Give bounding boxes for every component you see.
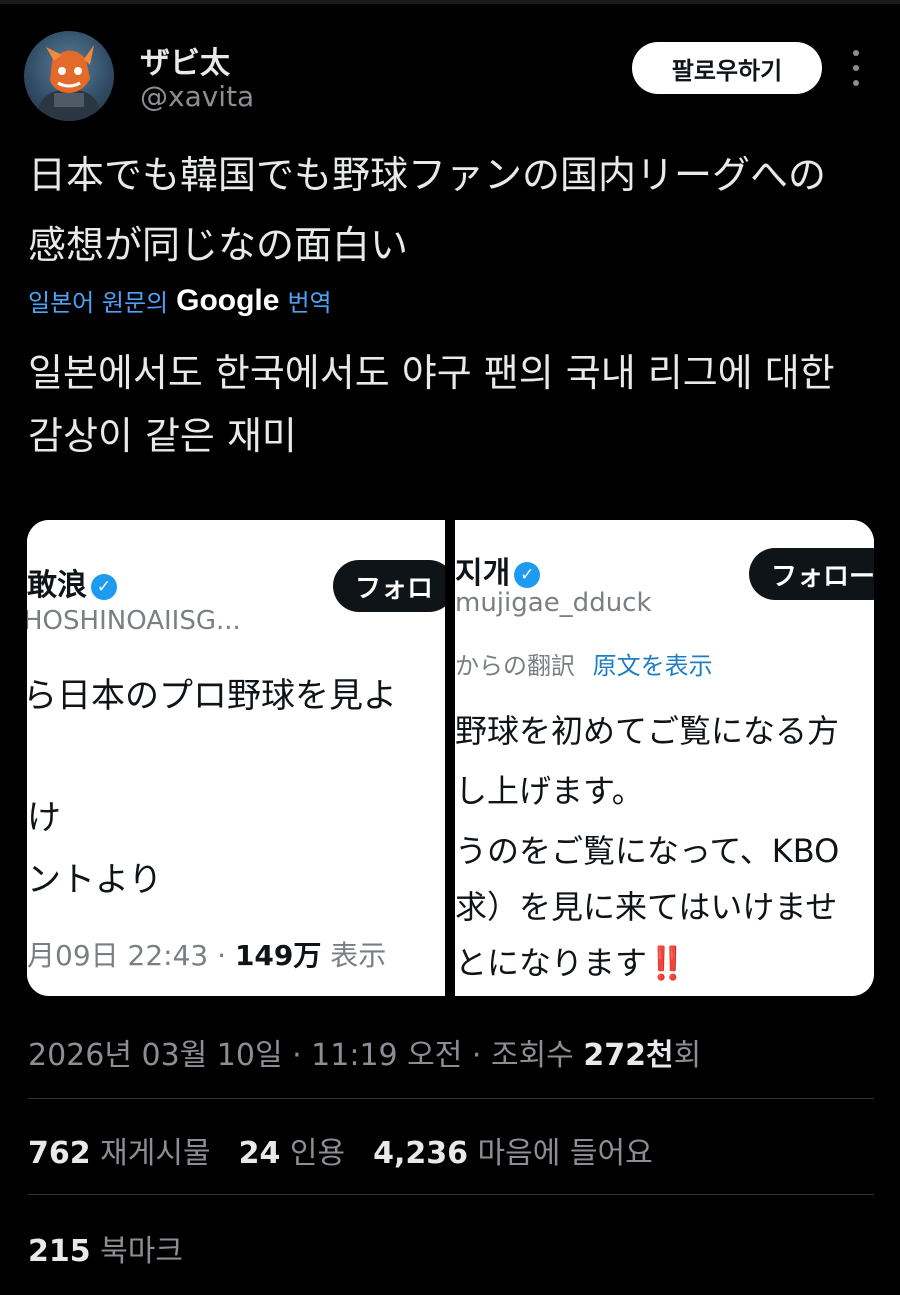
verified-icon: ✓ [91, 573, 117, 600]
quotes-stat[interactable]: 24 인용 [239, 1128, 346, 1172]
embedded-text-line: とになります‼️ [455, 944, 687, 982]
avatar[interactable] [24, 31, 114, 121]
quotes-label: 인용 [289, 1136, 346, 1171]
translation-label[interactable]: 일본어 원문의 Google 번역 [28, 283, 332, 318]
embedded-translate-from: からの翻訳 [455, 652, 575, 680]
display-name[interactable]: ザビ太 [140, 38, 230, 82]
avatar-image [39, 45, 99, 121]
embedded-follow-button: フォロ [333, 560, 445, 612]
embedded-views-count: 149万 [234, 939, 322, 972]
embedded-date: 月09日 22:43 · [27, 939, 227, 972]
quotes-count: 24 [238, 1136, 281, 1171]
reposts-label: 재게시물 [100, 1136, 211, 1171]
reposts-stat[interactable]: 762 재게시물 [28, 1128, 211, 1172]
embedded-text-line: し上げます。 [455, 772, 644, 810]
tweet-text-line: 日本でも韓国でも野球ファンの国内リーグへの [28, 153, 827, 197]
tweet-meta: 2026년 03월 10일 · 11:19 오전 · 조회수 272천회 [28, 1030, 701, 1074]
likes-stat[interactable]: 4,236 마음에 들어요 [373, 1128, 653, 1172]
embedded-name: 敢浪 ✓ [27, 560, 117, 604]
more-options-icon[interactable] [846, 50, 866, 86]
bookmarks-label: 북마크 [100, 1234, 183, 1269]
translation-prefix: 일본어 원문의 [28, 289, 169, 317]
embedded-text-line: うのをご覧になって、KBO [455, 832, 840, 870]
translated-text: 일본에서도 한국에서도 야구 팬의 국내 리그에 대한 감상이 같은 재미 [28, 342, 878, 468]
embedded-text-line: 求）を見に来てはいけませ [455, 888, 838, 926]
engagement-stats: 762 재게시물 24 인용 4,236 마음에 들어요 [28, 1128, 653, 1172]
embedded-name: 지개 ✓ [455, 548, 541, 592]
embedded-text-line: ントより [27, 860, 163, 900]
embedded-text-line: け [27, 798, 61, 838]
divider [28, 1098, 874, 1099]
media-divider [445, 520, 455, 996]
top-divider [0, 0, 900, 4]
embedded-handle: mujigae_dduck [455, 588, 652, 618]
user-handle[interactable]: @xavita [140, 80, 254, 113]
media-attachment[interactable]: 敢浪 ✓ HOSHINOAIISG... フォロ ら日本のプロ野球を見よ け ント… [27, 520, 874, 996]
embedded-timestamp: 月09日 22:43 · 149万 表示 [27, 934, 386, 974]
verified-icon: ✓ [514, 561, 541, 588]
embedded-translate-row: からの翻訳 原文を表示 [455, 646, 713, 681]
embedded-name-text: 敢浪 [27, 568, 87, 603]
translated-text-line: 감상이 같은 재미 [28, 414, 297, 458]
media-image-left[interactable]: 敢浪 ✓ HOSHINOAIISG... フォロ ら日本のプロ野球を見よ け ント… [27, 520, 445, 996]
likes-count: 4,236 [373, 1136, 468, 1171]
likes-label: 마음에 들어요 [477, 1136, 653, 1171]
tweet-text-line: 感想が同じなの面白い [28, 223, 409, 267]
translated-text-line: 일본에서도 한국에서도 야구 팬의 국내 리그에 대한 [28, 351, 835, 395]
follow-button[interactable]: 팔로우하기 [632, 42, 822, 94]
embedded-follow-button: フォロー [749, 548, 874, 600]
embedded-handle: HOSHINOAIISG... [27, 606, 241, 636]
reposts-count: 762 [28, 1136, 91, 1171]
translation-suffix: 번역 [287, 289, 332, 317]
embedded-text-line: 野球を初めてご覧になる方 [455, 712, 840, 750]
tweet-text: 日本でも韓国でも野球ファンの国内リーグへの 感想が同じなの面白い [28, 140, 878, 280]
bookmarks-count: 215 [28, 1234, 91, 1269]
embedded-views-label: 表示 [330, 939, 387, 972]
google-logo: Google [176, 283, 280, 317]
views-suffix: 회 [673, 1038, 702, 1073]
media-image-right[interactable]: 지개 ✓ mujigae_dduck フォロー からの翻訳 原文を表示 野球を初め… [455, 520, 874, 996]
embedded-show-original: 原文を表示 [592, 652, 713, 680]
views-count: 272천 [583, 1038, 674, 1073]
timestamp[interactable]: 2026년 03월 10일 · 11:19 오전 · 조회수 [28, 1038, 574, 1073]
embedded-text-line: ら日本のプロ野球を見よ [27, 676, 397, 716]
embedded-name-text: 지개 [455, 556, 511, 591]
divider [28, 1194, 874, 1195]
bookmarks-stat[interactable]: 215 북마크 [28, 1226, 183, 1270]
